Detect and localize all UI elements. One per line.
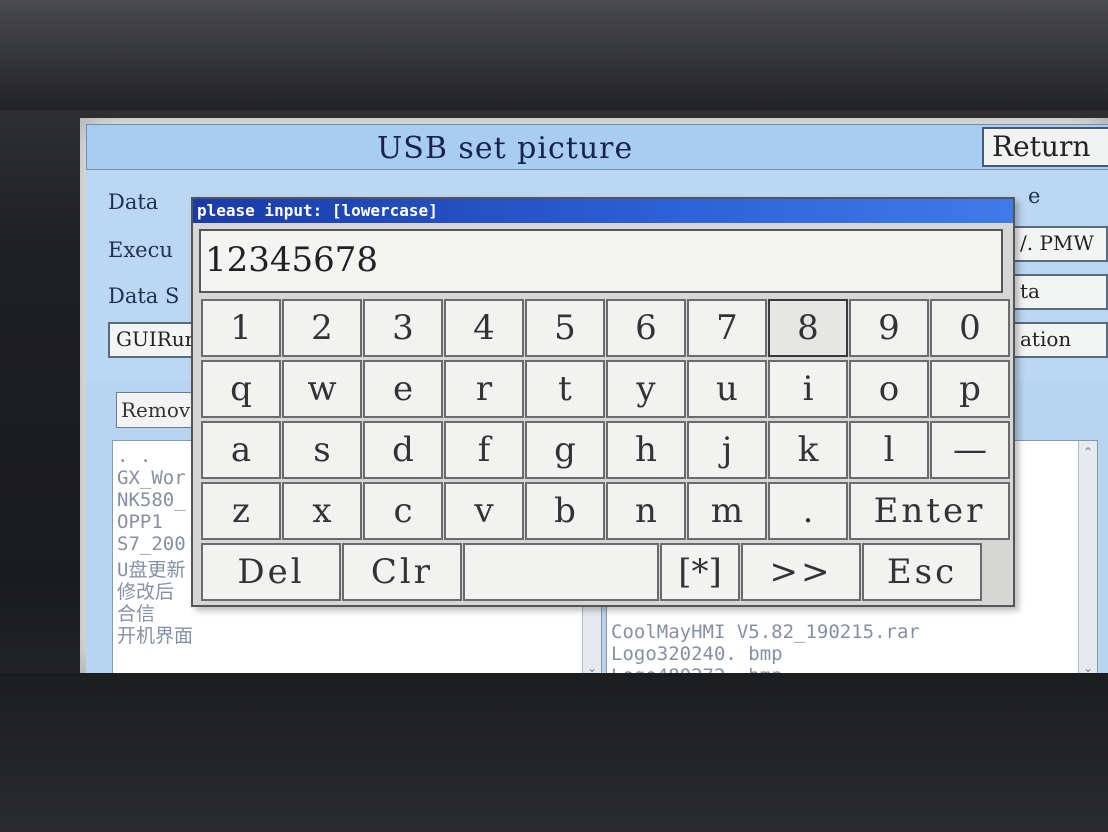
key-t[interactable]: t bbox=[525, 360, 605, 418]
execute-label: Execu bbox=[108, 238, 173, 262]
keyboard-dialog: please input: [lowercase] 12345678 12345… bbox=[191, 197, 1015, 607]
list-item[interactable]: NK580_ bbox=[117, 489, 186, 511]
scroll-down-icon[interactable]: ⌄ bbox=[583, 659, 601, 673]
key-j[interactable]: j bbox=[687, 421, 767, 479]
operation-button[interactable]: ation bbox=[1012, 322, 1108, 358]
key-star[interactable]: [*] bbox=[660, 543, 740, 601]
key-p[interactable]: p bbox=[930, 360, 1010, 418]
list-item[interactable]: . . bbox=[117, 445, 151, 467]
bezel-top bbox=[0, 0, 1108, 110]
key-g[interactable]: g bbox=[525, 421, 605, 479]
key-q[interactable]: q bbox=[201, 360, 281, 418]
key-w[interactable]: w bbox=[282, 360, 362, 418]
key-m[interactable]: m bbox=[687, 482, 767, 540]
key-1[interactable]: 1 bbox=[201, 299, 281, 357]
text-input[interactable]: 12345678 bbox=[199, 229, 1003, 293]
key-b[interactable]: b bbox=[525, 482, 605, 540]
key-d[interactable]: d bbox=[363, 421, 443, 479]
list-item[interactable]: 开机界面 bbox=[117, 621, 193, 648]
page-title: USB set picture bbox=[377, 131, 634, 166]
key-4[interactable]: 4 bbox=[444, 299, 524, 357]
key-o[interactable]: o bbox=[849, 360, 929, 418]
file-scrollbar[interactable]: ⌃ ⌄ bbox=[1078, 441, 1097, 673]
scroll-up-icon[interactable]: ⌃ bbox=[1079, 443, 1097, 461]
key-dash[interactable]: — bbox=[930, 421, 1010, 479]
key-z[interactable]: z bbox=[201, 482, 281, 540]
return-button[interactable]: Return bbox=[982, 127, 1108, 167]
pmw-button[interactable]: /. PMW bbox=[1012, 226, 1108, 262]
key-f[interactable]: f bbox=[444, 421, 524, 479]
list-item[interactable]: OPP1 bbox=[117, 511, 163, 533]
key-k[interactable]: k bbox=[768, 421, 848, 479]
key-s[interactable]: s bbox=[282, 421, 362, 479]
key-clear[interactable]: Clr bbox=[342, 543, 462, 601]
key-enter[interactable]: Enter bbox=[849, 482, 1010, 540]
key-9[interactable]: 9 bbox=[849, 299, 929, 357]
key-y[interactable]: y bbox=[606, 360, 686, 418]
list-item[interactable]: Logo320240. bmp bbox=[611, 643, 783, 665]
key-next[interactable]: >> bbox=[741, 543, 861, 601]
key-2[interactable]: 2 bbox=[282, 299, 362, 357]
data-button[interactable]: ta bbox=[1012, 274, 1108, 310]
data-label: Data bbox=[108, 190, 159, 214]
key-h[interactable]: h bbox=[606, 421, 686, 479]
key-e[interactable]: e bbox=[363, 360, 443, 418]
key-delete[interactable]: Del bbox=[201, 543, 341, 601]
key-5[interactable]: 5 bbox=[525, 299, 605, 357]
dialog-title: please input: [lowercase] bbox=[197, 201, 438, 220]
key-r[interactable]: r bbox=[444, 360, 524, 418]
key-u[interactable]: u bbox=[687, 360, 767, 418]
key-space[interactable] bbox=[463, 543, 659, 601]
key-escape[interactable]: Esc bbox=[862, 543, 982, 601]
list-item[interactable]: Logo480272. bmp bbox=[611, 665, 783, 673]
data-s-label: Data S bbox=[108, 284, 180, 308]
key-6[interactable]: 6 bbox=[606, 299, 686, 357]
title-bar: USB set picture Return bbox=[86, 124, 1108, 170]
list-item[interactable]: CoolMayHMI V5.82_190215.rar bbox=[611, 621, 920, 643]
key-period[interactable]: . bbox=[768, 482, 848, 540]
key-c[interactable]: c bbox=[363, 482, 443, 540]
key-0[interactable]: 0 bbox=[930, 299, 1010, 357]
list-item[interactable]: GX_Wor bbox=[117, 467, 186, 489]
bezel-bottom bbox=[0, 673, 1108, 832]
right-label: e bbox=[1028, 184, 1041, 208]
list-item[interactable]: S7_200 bbox=[117, 533, 186, 555]
key-7[interactable]: 7 bbox=[687, 299, 767, 357]
key-i[interactable]: i bbox=[768, 360, 848, 418]
dialog-title-bar: please input: [lowercase] bbox=[193, 199, 1013, 223]
key-3[interactable]: 3 bbox=[363, 299, 443, 357]
key-l[interactable]: l bbox=[849, 421, 929, 479]
scroll-down-icon[interactable]: ⌄ bbox=[1079, 659, 1097, 673]
key-v[interactable]: v bbox=[444, 482, 524, 540]
key-n[interactable]: n bbox=[606, 482, 686, 540]
key-8[interactable]: 8 bbox=[768, 299, 848, 357]
key-a[interactable]: a bbox=[201, 421, 281, 479]
key-x[interactable]: x bbox=[282, 482, 362, 540]
